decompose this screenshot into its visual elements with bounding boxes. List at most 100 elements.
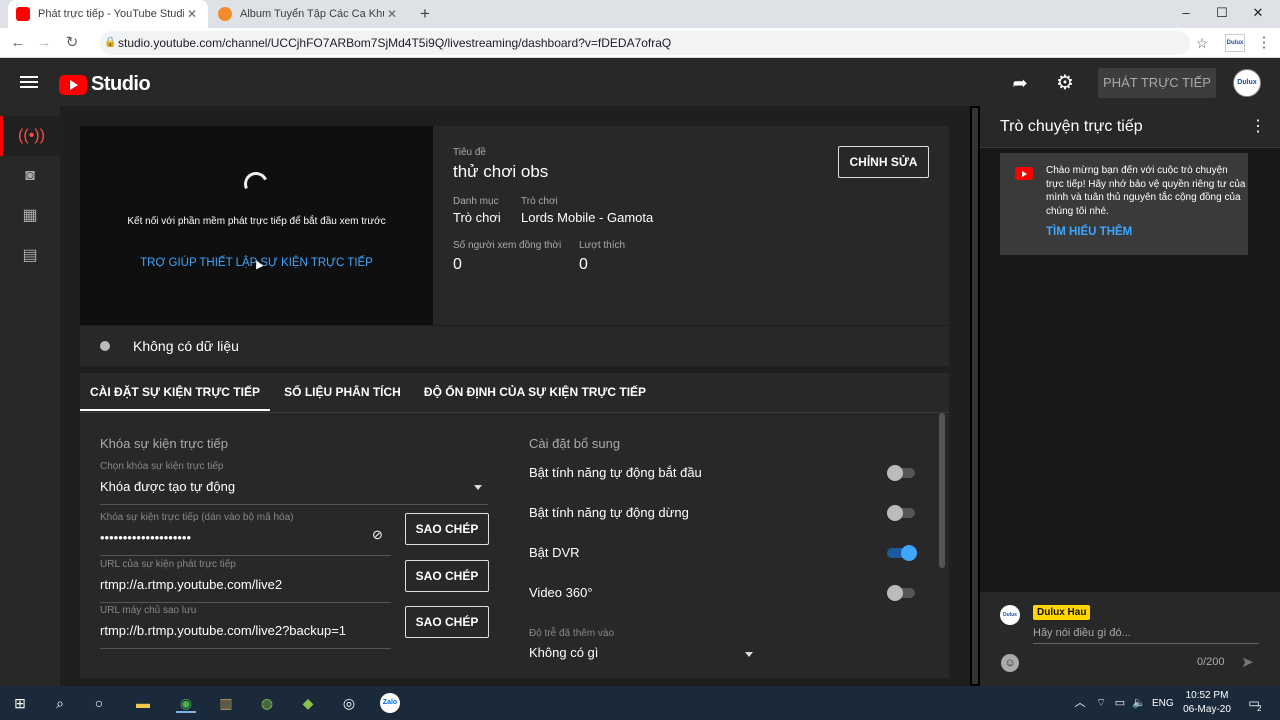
battery-icon[interactable]: ▭ — [1110, 693, 1130, 713]
stream-status-bar: Không có dữ liệu — [80, 326, 949, 366]
close-tab-icon[interactable]: ✕ — [184, 7, 200, 21]
backup-url-field[interactable]: URL máy chủ sao lưu rtmp://b.rtmp.youtub… — [100, 605, 391, 649]
backup-url-value: rtmp://b.rtmp.youtube.com/live2?backup=1 — [100, 623, 347, 638]
chat-message-input[interactable]: Hãy nói điều gì đó... — [1033, 624, 1259, 644]
system-clock[interactable]: 10:52 PM 06-May-20 — [1183, 689, 1231, 717]
chevron-down-icon — [745, 652, 753, 657]
search-icon[interactable]: ⌕ — [50, 693, 70, 713]
send-icon[interactable]: ➤ — [1241, 653, 1254, 671]
notification-count: 2 — [1257, 704, 1262, 713]
browser-tab-bar: Phát trực tiếp - YouTube Studio ✕ Album … — [0, 0, 1280, 28]
music-favicon-icon — [218, 7, 232, 21]
bookmark-star-icon[interactable]: ☆ — [1192, 33, 1212, 53]
app-layers-icon[interactable]: ◆ — [298, 693, 318, 713]
address-bar-row: ← → ↻ 🔒 studio.youtube.com/channel/UCCjh… — [0, 28, 1280, 58]
share-icon[interactable]: ➦ — [1008, 71, 1032, 95]
close-tab-icon[interactable]: ✕ — [384, 7, 400, 21]
latency-select[interactable]: Không có gì — [529, 645, 598, 660]
stream-url-field[interactable]: URL của sự kiện phát trực tiếp rtmp://a.… — [100, 559, 391, 603]
maximize-icon[interactable]: ☐ — [1204, 0, 1240, 28]
stream-key-value: •••••••••••••••••••• — [100, 530, 192, 545]
tab-stream-health[interactable]: ĐỘ ỔN ĐỊNH CỦA SỰ KIỆN TRỰC TIẾP — [415, 373, 655, 411]
tab-analytics[interactable]: SỐ LIỆU PHÂN TÍCH — [270, 373, 415, 411]
title-label: Tiêu đề — [453, 147, 486, 158]
tray-chevron-up-icon[interactable]: ︿ — [1070, 693, 1090, 713]
avatar: Dulux — [1000, 605, 1020, 625]
menu-icon[interactable] — [20, 73, 38, 91]
obs-icon[interactable]: ◎ — [339, 693, 359, 713]
stream-key-select[interactable]: Chọn khóa sự kiện trực tiếp Khóa được tạ… — [100, 461, 488, 505]
hide-eye-icon[interactable]: ⊘ — [372, 527, 383, 543]
video-360-label: Video 360° — [529, 585, 593, 600]
app-green-icon[interactable]: ◍ — [257, 693, 277, 713]
viewers-value: 0 — [453, 256, 462, 273]
file-explorer-icon[interactable]: ▬ — [133, 693, 153, 713]
chat-input-area: Dulux Dulux Hau Hãy nói điều gì đó... ☺ … — [980, 592, 1280, 686]
nav-webcam-icon[interactable]: ◙ — [0, 156, 60, 196]
preview-message: Kết nối với phần mềm phát trực tiếp để b… — [127, 216, 386, 227]
go-live-button[interactable]: PHÁT TRỰC TIẾP — [1098, 68, 1216, 98]
category-label: Danh mục — [453, 196, 499, 207]
avatar[interactable]: Dulux — [1233, 69, 1261, 97]
auto-stop-label: Bật tính năng tự động dừng — [529, 505, 689, 520]
chrome-icon[interactable]: ◉ — [176, 693, 196, 713]
forward-icon[interactable]: → — [34, 33, 54, 53]
video-360-toggle[interactable] — [887, 585, 917, 601]
network-icon[interactable]: ⌔ — [1091, 693, 1111, 713]
tab-youtube-studio[interactable]: Phát trực tiếp - YouTube Studio ✕ — [8, 0, 208, 28]
likes-label: Lượt thích — [579, 240, 626, 251]
reload-icon[interactable]: ↻ — [62, 33, 82, 53]
emoji-icon[interactable]: ☺ — [1001, 654, 1019, 672]
notepad-icon[interactable]: ▥ — [216, 693, 236, 713]
url-text: studio.youtube.com/channel/UCCjhFO7ARBom… — [118, 36, 672, 50]
extra-settings-heading: Cài đặt bổ sung — [529, 436, 621, 451]
auto-stop-toggle[interactable] — [887, 505, 917, 521]
learn-more-link[interactable]: TÌM HIỂU THÊM — [1046, 226, 1132, 238]
stream-url-value: rtmp://a.rtmp.youtube.com/live2 — [100, 577, 283, 592]
stream-info-card: Tiêu đề thử chơi obs Danh mục Trò chơi T… — [433, 126, 949, 325]
game-value: Lords Mobile - Gamota — [521, 210, 654, 225]
nav-calendar-icon[interactable]: ▦ — [0, 196, 60, 236]
chat-welcome-message: Chào mừng bạn đến với cuộc trò chuyện tr… — [1000, 153, 1248, 255]
chat-more-icon[interactable]: ⋮ — [1250, 116, 1266, 136]
url-field[interactable]: 🔒 studio.youtube.com/channel/UCCjhFO7ARB… — [100, 31, 1190, 55]
new-tab-button[interactable]: + — [416, 4, 434, 24]
auto-start-label: Bật tính năng tự động bắt đầu — [529, 465, 702, 480]
minimize-icon[interactable]: – — [1168, 0, 1204, 28]
settings-gear-icon[interactable]: ⚙ — [1053, 71, 1077, 95]
stream-preview: Kết nối với phần mềm phát trực tiếp để b… — [80, 126, 433, 325]
auto-start-toggle[interactable] — [887, 465, 917, 481]
volume-icon[interactable]: 🔈 — [1129, 693, 1149, 713]
nav-stream-icon[interactable]: ((•)) — [0, 116, 60, 156]
latency-label: Độ trễ đã thêm vào — [529, 628, 615, 639]
zalo-icon[interactable]: Zalo — [380, 693, 400, 713]
viewers-label: Số người xem đồng thời — [453, 240, 562, 251]
settings-scrollbar[interactable] — [939, 413, 945, 568]
windows-start-icon[interactable]: ⊞ — [10, 693, 30, 713]
browser-menu-icon[interactable]: ⋮ — [1254, 33, 1274, 53]
back-icon[interactable]: ← — [8, 33, 28, 53]
copy-key-button[interactable]: SAO CHÉP — [405, 513, 489, 545]
studio-logo[interactable]: Studio — [59, 73, 151, 96]
youtube-favicon-icon — [16, 7, 30, 21]
lock-icon: 🔒 — [104, 37, 117, 48]
copy-url-button[interactable]: SAO CHÉP — [405, 560, 489, 592]
close-window-icon[interactable]: ✕ — [1240, 0, 1276, 28]
cortana-icon[interactable]: ○ — [89, 693, 109, 713]
backup-url-label: URL máy chủ sao lưu — [100, 605, 197, 616]
page-scrollbar[interactable] — [970, 106, 980, 686]
tab-album[interactable]: Album Tuyển Tập Các Ca Khúc Nổ ✕ — [210, 0, 408, 28]
youtube-logo-icon — [59, 74, 87, 95]
extension-icon[interactable]: Dulux — [1225, 34, 1245, 52]
nav-manage-icon[interactable]: ▤ — [0, 236, 60, 276]
copy-backup-button[interactable]: SAO CHÉP — [405, 606, 489, 638]
edit-button[interactable]: CHỈNH SỬA — [838, 146, 929, 178]
chat-header: Trò chuyện trực tiếp ⋮ — [980, 106, 1280, 148]
left-nav: ((•)) ◙ ▦ ▤ — [0, 106, 60, 686]
tab-stream-settings[interactable]: CÀI ĐẶT SỰ KIỆN TRỰC TIẾP — [80, 373, 270, 411]
dvr-toggle[interactable] — [887, 545, 917, 561]
clock-time: 10:52 PM — [1185, 690, 1229, 701]
tab-title: Album Tuyển Tập Các Ca Khúc Nổ — [240, 8, 384, 20]
stream-key-field[interactable]: Khóa sự kiện trực tiếp (dán vào bộ mã hó… — [100, 512, 391, 556]
language-indicator[interactable]: ENG — [1152, 698, 1174, 709]
